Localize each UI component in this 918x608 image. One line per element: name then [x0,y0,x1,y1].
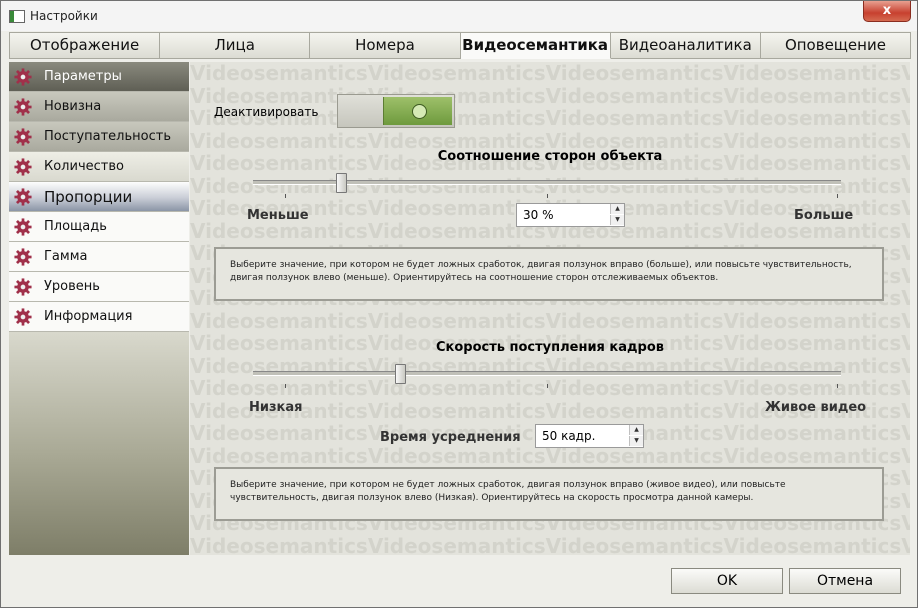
toggle-knob-icon [412,104,427,119]
slider-tick [837,384,838,388]
sidebar-item-proportions[interactable]: Пропорции [9,182,189,212]
dialog-footer: OK Отмена [1,557,917,607]
ok-button[interactable]: OK [671,568,783,594]
cancel-button[interactable]: Отмена [789,568,901,594]
toggle-on-state [383,97,452,125]
window-title: Настройки [30,9,98,23]
framerate-min-label: Низкая [249,400,303,415]
gear-icon [14,278,32,296]
gear-icon [14,218,32,236]
aspect-value: 30 % [523,208,554,222]
sidebar-item-quantity[interactable]: Количество [9,152,189,182]
spin-down-icon[interactable]: ▼ [610,215,624,225]
settings-window: Настройки x Отображение Лица Номера Виде… [0,0,918,608]
gear-icon [14,128,32,146]
close-button[interactable]: x [863,1,911,22]
averaging-time-value: 50 кадр. [542,429,596,443]
aspect-max-label: Больше [794,208,854,223]
tab-faces[interactable]: Лица [160,32,311,59]
gear-icon [14,158,32,176]
aspect-min-label: Меньше [247,208,309,223]
slider-tick [547,384,548,388]
aspect-info-box: Выберите значение, при котором не будет … [214,247,884,301]
tab-plates[interactable]: Номера [310,32,461,59]
tab-videosemantics[interactable]: Видеосемантика [460,32,611,59]
gear-icon [14,68,32,86]
sidebar-item-label: Информация [44,309,133,324]
gear-icon [14,308,32,326]
sidebar-item-gamma[interactable]: Гамма [9,242,189,272]
spin-up-icon[interactable]: ▲ [629,425,643,435]
tab-notification[interactable]: Оповещение [760,32,912,59]
sidebar-item-label: Параметры [44,69,122,84]
gear-icon [14,98,32,116]
title-bar: Настройки x [1,1,917,31]
framerate-slider-thumb[interactable] [395,364,406,384]
sidebar-item-area[interactable]: Площадь [9,212,189,242]
sidebar: Параметры Новизна Поступательность Колич… [9,62,189,555]
sidebar-item-label: Площадь [44,219,107,234]
aspect-slider-thumb[interactable] [336,173,348,193]
sidebar-item-parameters[interactable]: Параметры [9,62,189,92]
framerate-info-box: Выберите значение, при котором не будет … [214,467,884,521]
sidebar-item-label: Уровень [44,279,100,294]
sidebar-item-level[interactable]: Уровень [9,272,189,302]
slider-tick [285,194,286,198]
averaging-time-label: Время усреднения [380,430,521,445]
aspect-value-spinner[interactable]: 30 % ▲ ▼ [516,203,625,227]
averaging-time-spinner[interactable]: 50 кадр. ▲ ▼ [535,424,644,448]
settings-panel: VideosemanticsVideosemanticsVideosemanti… [190,62,910,555]
sidebar-item-label: Новизна [44,99,102,114]
tab-display[interactable]: Отображение [9,32,161,59]
framerate-slider-track[interactable] [253,371,841,376]
sidebar-item-translation[interactable]: Поступательность [9,122,189,152]
framerate-max-label: Живое видео [765,400,867,415]
tab-videoanalytics[interactable]: Видеоаналитика [610,32,761,59]
sidebar-item-label: Поступательность [44,129,171,144]
slider-tick [285,384,286,388]
app-icon [9,10,25,23]
slider-tick [837,194,838,198]
deactivate-label: Деактивировать [214,105,319,119]
gear-icon [14,248,32,266]
sidebar-item-novelty[interactable]: Новизна [9,92,189,122]
sidebar-item-information[interactable]: Информация [9,302,189,332]
sidebar-item-label: Количество [44,159,124,174]
tab-bar: Отображение Лица Номера Видеосемантика В… [9,32,912,59]
sidebar-item-label: Пропорции [44,188,133,206]
framerate-title: Скорость поступления кадров [436,340,664,355]
slider-tick [547,194,548,198]
spin-up-icon[interactable]: ▲ [610,204,624,214]
aspect-ratio-title: Соотношение сторон объекта [437,149,663,164]
gear-icon [14,188,32,206]
spin-down-icon[interactable]: ▼ [629,436,643,446]
deactivate-toggle[interactable] [337,94,455,128]
sidebar-item-label: Гамма [44,249,88,264]
